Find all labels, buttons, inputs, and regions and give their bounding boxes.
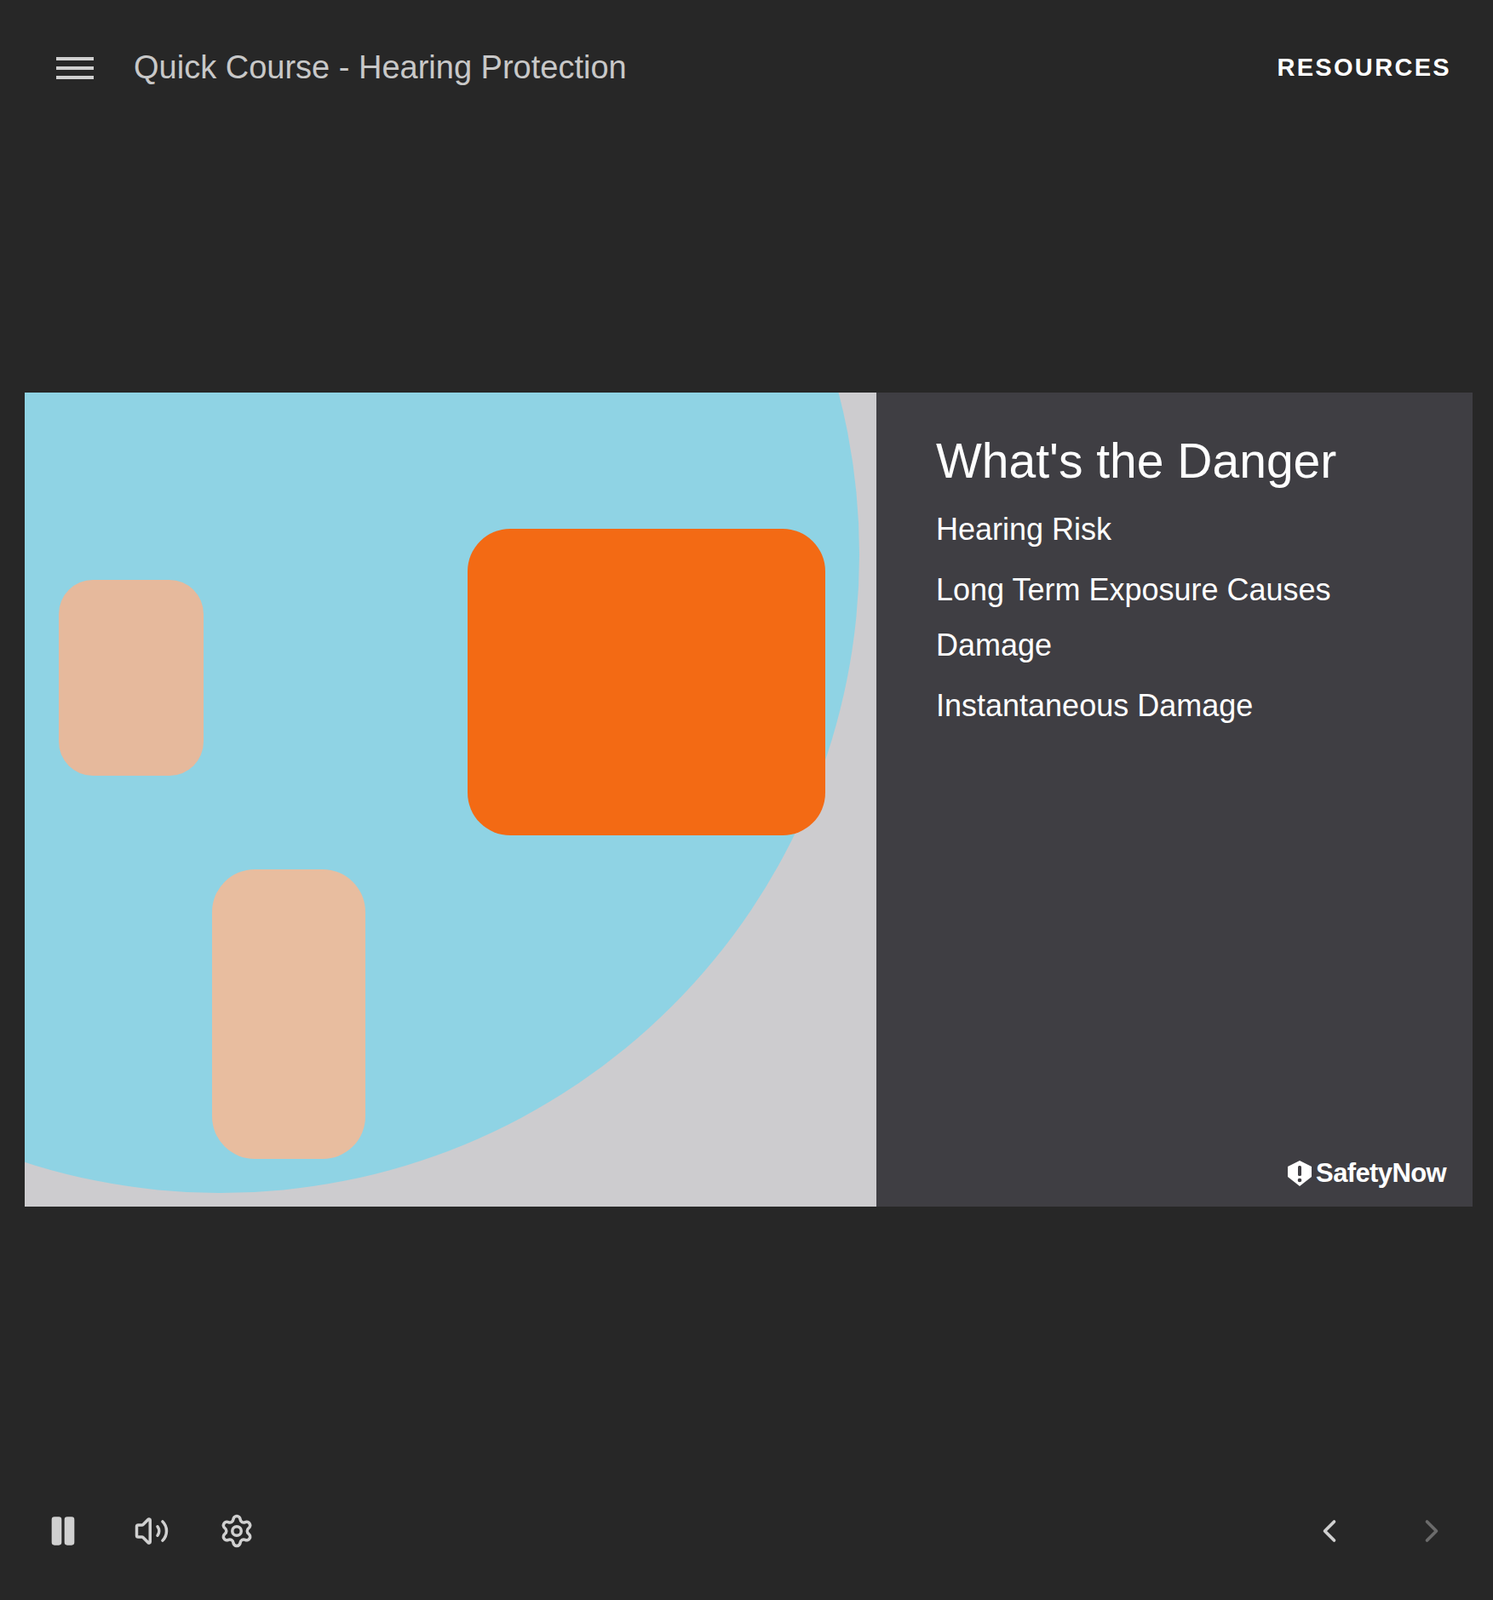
slide-list-item: Long Term Exposure Causes Damage: [935, 562, 1439, 673]
slide: What's the Danger Hearing RiskLong Term E…: [24, 392, 1473, 1207]
pause-icon: [45, 1514, 81, 1549]
slide-heading: What's the Danger: [935, 431, 1439, 490]
slide-list-item: Hearing Risk: [935, 501, 1439, 558]
menu-icon[interactable]: [56, 55, 94, 81]
previous-button[interactable]: [1310, 1512, 1349, 1551]
slide-list-item: Instantaneous Damage: [935, 677, 1439, 734]
stage: What's the Danger Hearing RiskLong Term E…: [0, 136, 1493, 1463]
next-button[interactable]: [1412, 1512, 1451, 1551]
slide-list: Hearing RiskLong Term Exposure Causes Da…: [935, 501, 1439, 734]
top-bar: Quick Course - Hearing Protection RESOURC…: [0, 0, 1493, 137]
course-title: Quick Course - Hearing Protection: [133, 47, 627, 89]
chevron-right-icon: [1412, 1512, 1451, 1551]
volume-icon: [133, 1513, 170, 1550]
resources-button[interactable]: RESOURCES: [1276, 49, 1452, 87]
slide-photo: [24, 392, 877, 1207]
safetynow-logo-icon: [1285, 1159, 1315, 1189]
brand-logo: SafetyNow: [1285, 1159, 1447, 1189]
play-pause-button[interactable]: [44, 1512, 82, 1551]
slide-panel: What's the Danger Hearing RiskLong Term E…: [876, 392, 1473, 1207]
chevron-left-icon: [1310, 1512, 1349, 1551]
menu-button[interactable]: [56, 55, 94, 81]
settings-button[interactable]: [218, 1512, 256, 1551]
course-player: Quick Course - Hearing Protection RESOURC…: [0, 0, 1493, 1600]
player-controls: [0, 1462, 1493, 1600]
gear-icon: [218, 1513, 255, 1550]
volume-button[interactable]: [132, 1512, 171, 1551]
brand-name: SafetyNow: [1315, 1159, 1447, 1187]
